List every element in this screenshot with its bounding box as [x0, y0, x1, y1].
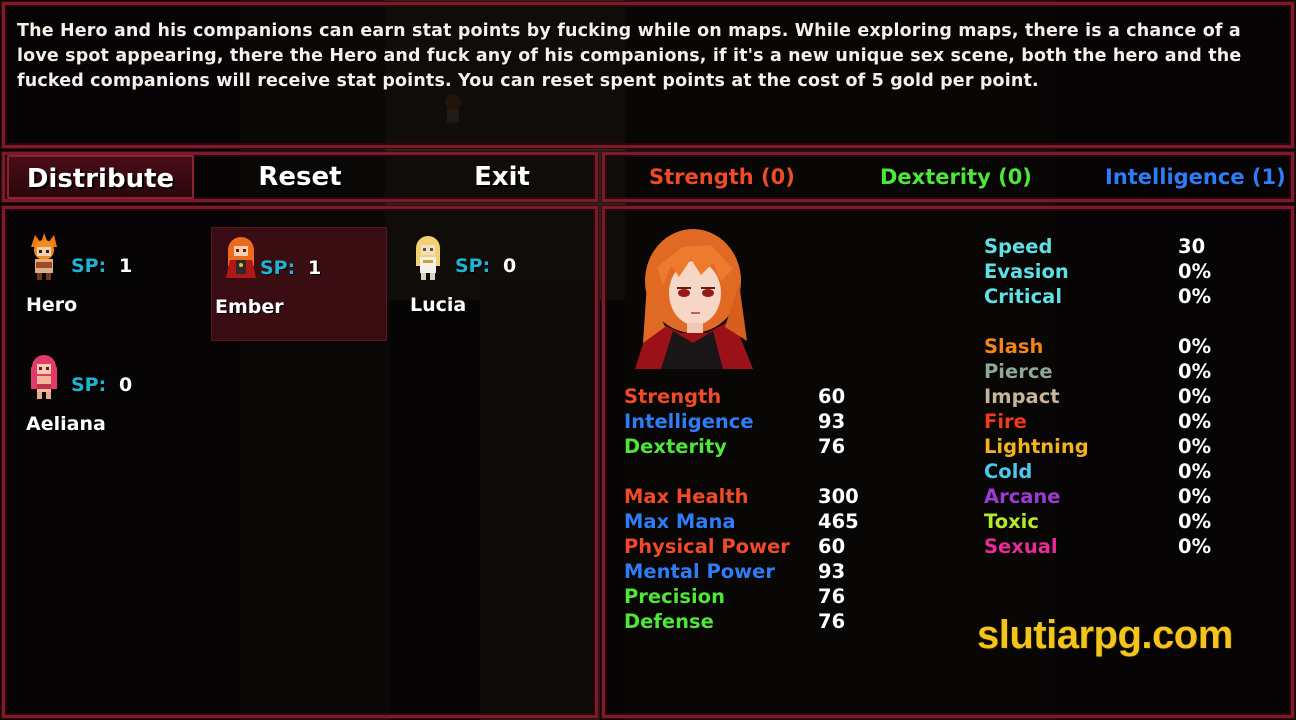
stat-value-speed: 30 — [1178, 235, 1206, 258]
ember-portrait-icon — [635, 229, 753, 369]
stat-label-sexual: Sexual — [984, 535, 1058, 558]
stat-label-impact: Impact — [984, 385, 1060, 408]
stat-category-window: Strength (0) Dexterity (0) Intelligence … — [602, 152, 1294, 202]
stat-value-dexterity: 76 — [818, 435, 846, 458]
stat-value-impact: 0% — [1178, 385, 1212, 408]
actor-name: Hero — [26, 294, 78, 316]
sp-value: 1 — [119, 255, 133, 277]
sp-label: SP: — [455, 255, 491, 277]
reset-button[interactable]: Reset — [203, 155, 397, 199]
stat-value-max-mana: 465 — [818, 510, 859, 533]
lucia-sprite-icon — [416, 236, 440, 280]
stat-value-critical: 0% — [1178, 285, 1212, 308]
watermark-text: slutiarpg.com — [977, 613, 1233, 657]
stat-value-precision: 76 — [818, 585, 846, 608]
stat-value-pierce: 0% — [1178, 360, 1212, 383]
strength-points-tab[interactable]: Strength (0) — [649, 155, 795, 199]
stat-value-toxic: 0% — [1178, 510, 1212, 533]
hero-sprite-icon — [31, 233, 57, 280]
stat-label-evasion: Evasion — [984, 260, 1069, 283]
sp-value: 0 — [503, 255, 517, 277]
aeliana-sprite-icon — [31, 355, 57, 399]
stat-label-fire: Fire — [984, 410, 1027, 433]
ember-sprite-icon — [226, 237, 256, 278]
stat-value-slash: 0% — [1178, 335, 1212, 358]
stat-value-defense: 76 — [818, 610, 846, 633]
intelligence-points-tab[interactable]: Intelligence (1) — [1105, 155, 1286, 199]
stat-value-intelligence: 93 — [818, 410, 846, 433]
stat-label-cold: Cold — [984, 460, 1033, 483]
stat-label-pierce: Pierce — [984, 360, 1053, 383]
stat-value-physical-power: 60 — [818, 535, 846, 558]
stat-value-mental-power: 93 — [818, 560, 846, 583]
stat-label-arcane: Arcane — [984, 485, 1061, 508]
stat-label-strength: Strength — [624, 385, 722, 408]
distribute-button[interactable]: Distribute — [7, 155, 194, 199]
stat-value-lightning: 0% — [1178, 435, 1212, 458]
actor-aeliana[interactable]: SP: 0 Aeliana — [15, 338, 191, 450]
sp-value: 0 — [119, 374, 133, 396]
stat-label-max-health: Max Health — [624, 485, 749, 508]
stat-value-cold: 0% — [1178, 460, 1212, 483]
stat-label-precision: Precision — [624, 585, 725, 608]
help-window: The Hero and his companions can earn sta… — [2, 2, 1294, 148]
actor-ember[interactable]: SP: 1 Ember — [211, 227, 387, 341]
stat-label-toxic: Toxic — [984, 510, 1039, 533]
actor-name: Ember — [215, 296, 284, 318]
command-window: Distribute Reset Exit — [2, 152, 598, 202]
stat-value-strength: 60 — [818, 385, 846, 408]
party-window: SP: 1 Hero SP: 1 Ember SP: 0 Lucia SP: 0… — [2, 206, 598, 718]
stat-label-physical-power: Physical Power — [624, 535, 790, 558]
stat-label-dexterity: Dexterity — [624, 435, 727, 458]
stat-value-fire: 0% — [1178, 410, 1212, 433]
stat-label-slash: Slash — [984, 335, 1044, 358]
status-window: Strength 60 Intelligence 93 Dexterity 76 Max … — [602, 206, 1294, 718]
stat-label-speed: Speed — [984, 235, 1053, 258]
stat-value-sexual: 0% — [1178, 535, 1212, 558]
sp-label: SP: — [71, 255, 107, 277]
exit-button[interactable]: Exit — [405, 155, 599, 199]
actor-name: Lucia — [410, 294, 467, 316]
stat-label-intelligence: Intelligence — [624, 410, 754, 433]
actor-hero[interactable]: SP: 1 Hero — [15, 219, 191, 331]
actor-name: Aeliana — [26, 413, 106, 435]
actor-lucia[interactable]: SP: 0 Lucia — [399, 219, 575, 331]
sp-value: 1 — [308, 257, 322, 279]
sp-label: SP: — [260, 257, 296, 279]
stat-label-max-mana: Max Mana — [624, 510, 736, 533]
stat-value-arcane: 0% — [1178, 485, 1212, 508]
stat-value-max-health: 300 — [818, 485, 859, 508]
stat-label-critical: Critical — [984, 285, 1063, 308]
stat-label-lightning: Lightning — [984, 435, 1089, 458]
stat-label-defense: Defense — [624, 610, 714, 633]
stat-label-mental-power: Mental Power — [624, 560, 776, 583]
sp-label: SP: — [71, 374, 107, 396]
dexterity-points-tab[interactable]: Dexterity (0) — [880, 155, 1032, 199]
stat-value-evasion: 0% — [1178, 260, 1212, 283]
help-text: The Hero and his companions can earn sta… — [17, 21, 1242, 91]
